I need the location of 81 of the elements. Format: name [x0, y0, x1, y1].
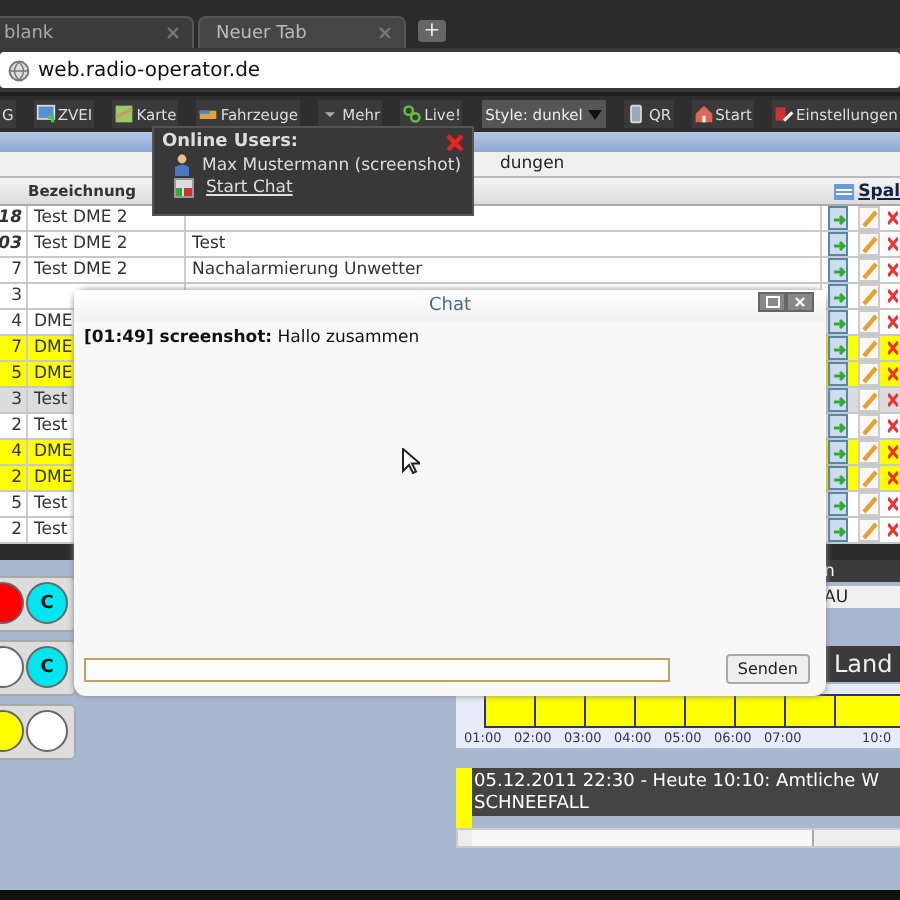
browser-tab[interactable]: Neuer Tab: [198, 16, 406, 48]
close-icon: [166, 26, 180, 40]
globe-icon: [8, 59, 30, 81]
chat-icon: [174, 178, 194, 198]
delete-icon: [888, 208, 898, 228]
delete-icon: [888, 468, 898, 488]
map-icon: [114, 104, 135, 124]
notice-text: SCHNEEFALL: [474, 794, 591, 816]
window-title: Chat: [428, 296, 472, 316]
table-cell: Test: [34, 390, 68, 410]
table-row[interactable]: 7 Test DME 2 Nachalarmierung Unwetter: [0, 258, 900, 284]
close-icon: [794, 296, 806, 308]
maximize-button[interactable]: [758, 292, 786, 312]
section-title: dungen: [500, 154, 565, 174]
start-chat-link[interactable]: Start Chat: [206, 178, 293, 198]
status-lamp[interactable]: C: [26, 582, 68, 624]
table-cell: Test DME 2: [34, 260, 128, 280]
monitor-icon: [35, 104, 56, 124]
caret-icon: [588, 109, 603, 119]
table-cell: Test: [34, 494, 68, 514]
table-cell: DME: [34, 442, 73, 462]
send-button[interactable]: Senden: [725, 654, 810, 684]
phone-icon: [626, 104, 647, 124]
user-name: Max Mustermann (screenshot): [202, 155, 462, 175]
table-cell: 4: [0, 440, 28, 464]
close-button[interactable]: [786, 292, 814, 312]
browser-tab[interactable]: blank: [0, 16, 194, 48]
new-tab-button[interactable]: +: [418, 20, 446, 42]
table-cell: Test: [192, 234, 226, 254]
table-cell: 3: [0, 284, 28, 308]
pencil-icon: [858, 206, 880, 230]
chat-message: [01:49] screenshot: Hallo zusammen: [84, 328, 422, 348]
column-settings-link[interactable]: Spal: [834, 181, 900, 201]
table-cell: Test DME 2: [34, 208, 128, 228]
popup-title: Online Users:: [162, 132, 299, 152]
delete-icon: [888, 338, 898, 358]
delete-icon: [888, 312, 898, 332]
table-cell: 5: [0, 362, 28, 386]
delete-icon: [888, 286, 898, 306]
table-cell: Test: [34, 520, 68, 540]
status-lamp[interactable]: C: [26, 646, 68, 688]
notice-text: 05.12.2011 22:30 - Heute 10:10: Amtliche W: [474, 772, 881, 794]
delete-icon: [888, 494, 898, 514]
table-cell: 3: [0, 388, 28, 412]
status-lamp[interactable]: [26, 710, 68, 752]
pencil-icon: [858, 232, 880, 256]
pencil-icon: [858, 258, 880, 282]
cursor-icon: [402, 448, 420, 474]
table-cell: DME: [34, 468, 73, 488]
table-cell: Test: [34, 416, 68, 436]
table-cell: 4: [0, 310, 28, 334]
banner-text: Land: [834, 650, 893, 678]
scrollbar[interactable]: [456, 828, 900, 848]
table-cell: 2: [0, 518, 28, 542]
delete-icon: [888, 234, 898, 254]
table-cell: 2: [0, 414, 28, 438]
close-icon: [378, 26, 392, 40]
table-cell: DME: [34, 364, 73, 384]
table-cell: DME: [34, 312, 73, 332]
table-cell: DME: [34, 338, 73, 358]
house-icon: [693, 104, 714, 124]
delete-icon: [888, 390, 898, 410]
table-cell: Test DME 2: [34, 234, 128, 254]
delete-icon: [888, 442, 898, 462]
close-icon: [446, 133, 464, 151]
person-icon: [174, 154, 190, 176]
table-cell: 7: [0, 336, 28, 360]
square-icon: [765, 296, 779, 308]
message-input[interactable]: [84, 657, 670, 681]
address-field[interactable]: web.radio-operator.de: [0, 52, 900, 88]
table-cell: 5: [0, 492, 28, 516]
link-icon: [402, 104, 423, 124]
columns-icon: [834, 183, 855, 199]
delete-icon: [888, 520, 898, 540]
panel-title: n: [824, 561, 835, 581]
delete-icon: [888, 416, 898, 436]
table-cell: Nachalarmierung Unwetter: [192, 260, 423, 280]
delete-icon: [888, 260, 898, 280]
delete-icon: [888, 364, 898, 384]
table-cell: 7: [0, 258, 28, 282]
table-cell: 2: [0, 466, 28, 490]
